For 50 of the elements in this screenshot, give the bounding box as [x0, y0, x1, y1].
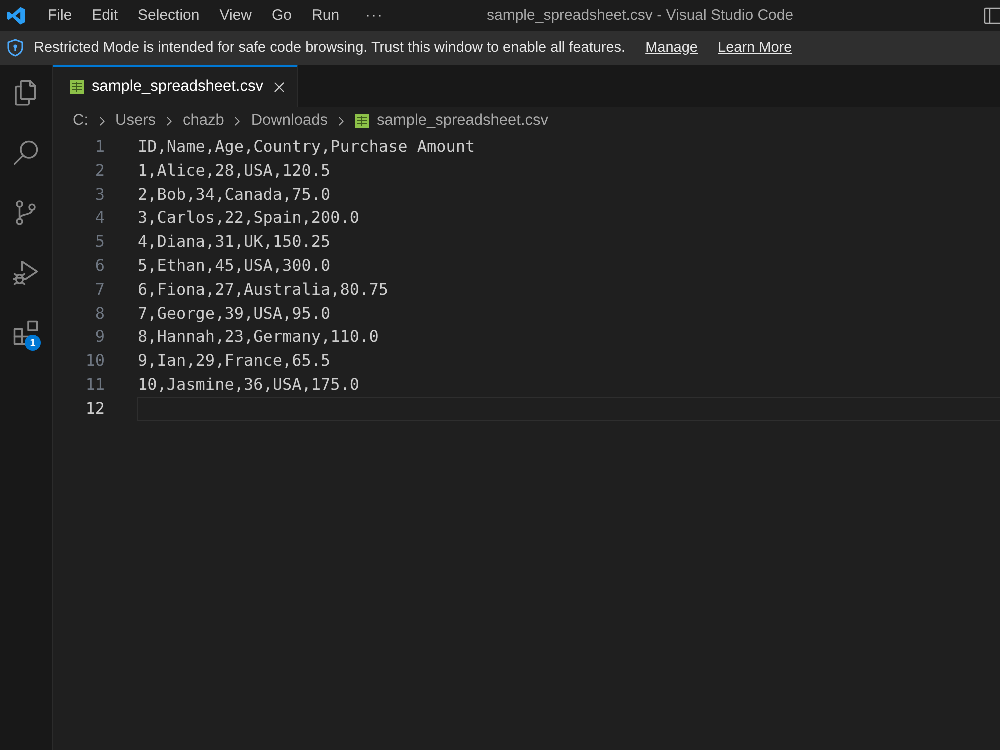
breadcrumb-item[interactable]: sample_spreadsheet.csv [377, 112, 549, 130]
line-number: 10 [84, 350, 105, 372]
banner-link[interactable]: Manage [646, 40, 698, 56]
search-icon[interactable] [11, 138, 41, 168]
code-line: 4,Diana,31,UK,150.25 [137, 231, 332, 254]
menu-item[interactable]: File [48, 7, 72, 24]
breadcrumb-item[interactable]: chazb [182, 112, 224, 130]
breadcrumb-item[interactable]: C: [73, 112, 88, 130]
menu-item[interactable]: Edit [92, 7, 118, 24]
tab-label: sample_spreadsheet.csv [92, 78, 264, 96]
bug-play-icon[interactable] [11, 258, 41, 288]
code-line: ID,Name,Age,Country,Purchase Amount [137, 136, 476, 158]
code-line: 10,Jasmine,36,USA,175.0 [137, 374, 361, 396]
line-number: 8 [94, 302, 105, 325]
spreadsheet-icon [70, 80, 84, 94]
count-badge: 1 [25, 335, 41, 351]
banner-link[interactable]: Learn More [718, 40, 792, 56]
code-line: 6,Fiona,27,Australia,80.75 [137, 278, 390, 301]
shield-icon [7, 39, 24, 57]
line-number: 6 [94, 254, 105, 277]
line-number: 7 [94, 278, 105, 301]
code-line: 8,Hannah,23,Germany,110.0 [137, 326, 380, 348]
menu-item[interactable]: Selection [138, 7, 200, 24]
spreadsheet-icon [355, 114, 370, 128]
code-line: 7,George,39,USA,95.0 [137, 302, 332, 325]
line-number: 11 [84, 374, 105, 396]
line-number: 4 [94, 207, 105, 230]
line-number: 9 [94, 326, 105, 348]
line-number: 2 [94, 160, 105, 182]
blocks-icon[interactable] [11, 318, 41, 348]
code-line: 2,Bob,34,Canada,75.0 [137, 184, 332, 206]
menu-item[interactable]: Go [272, 7, 292, 24]
more-menu-button[interactable]: ··· [366, 7, 384, 24]
breadcrumb-item[interactable]: Users [116, 112, 156, 130]
editor-tab[interactable]: sample_spreadsheet.csv [53, 65, 298, 107]
menu-item[interactable]: Run [312, 7, 340, 24]
code-line: 3,Carlos,22,Spain,200.0 [137, 207, 361, 230]
line-number: 12 [84, 398, 105, 420]
code-line: 5,Ethan,45,USA,300.0 [137, 254, 332, 277]
code-line: 1,Alice,28,USA,120.5 [137, 160, 332, 182]
window-title: sample_spreadsheet.csv - Visual Studio Code [487, 7, 795, 24]
breadcrumb-item[interactable]: Downloads [251, 112, 328, 130]
menu-item[interactable]: View [220, 7, 252, 24]
line-number: 5 [94, 231, 105, 254]
code-line: 9,Ian,29,France,65.5 [137, 350, 332, 372]
panel-layout-icon[interactable] [984, 6, 1000, 24]
line-number: 1 [94, 136, 105, 158]
line-number: 3 [94, 184, 105, 206]
restricted-mode-message: Restricted Mode is intended for safe code browsing. Trust this window to enable all features. [34, 40, 626, 56]
logo-icon [6, 6, 26, 26]
